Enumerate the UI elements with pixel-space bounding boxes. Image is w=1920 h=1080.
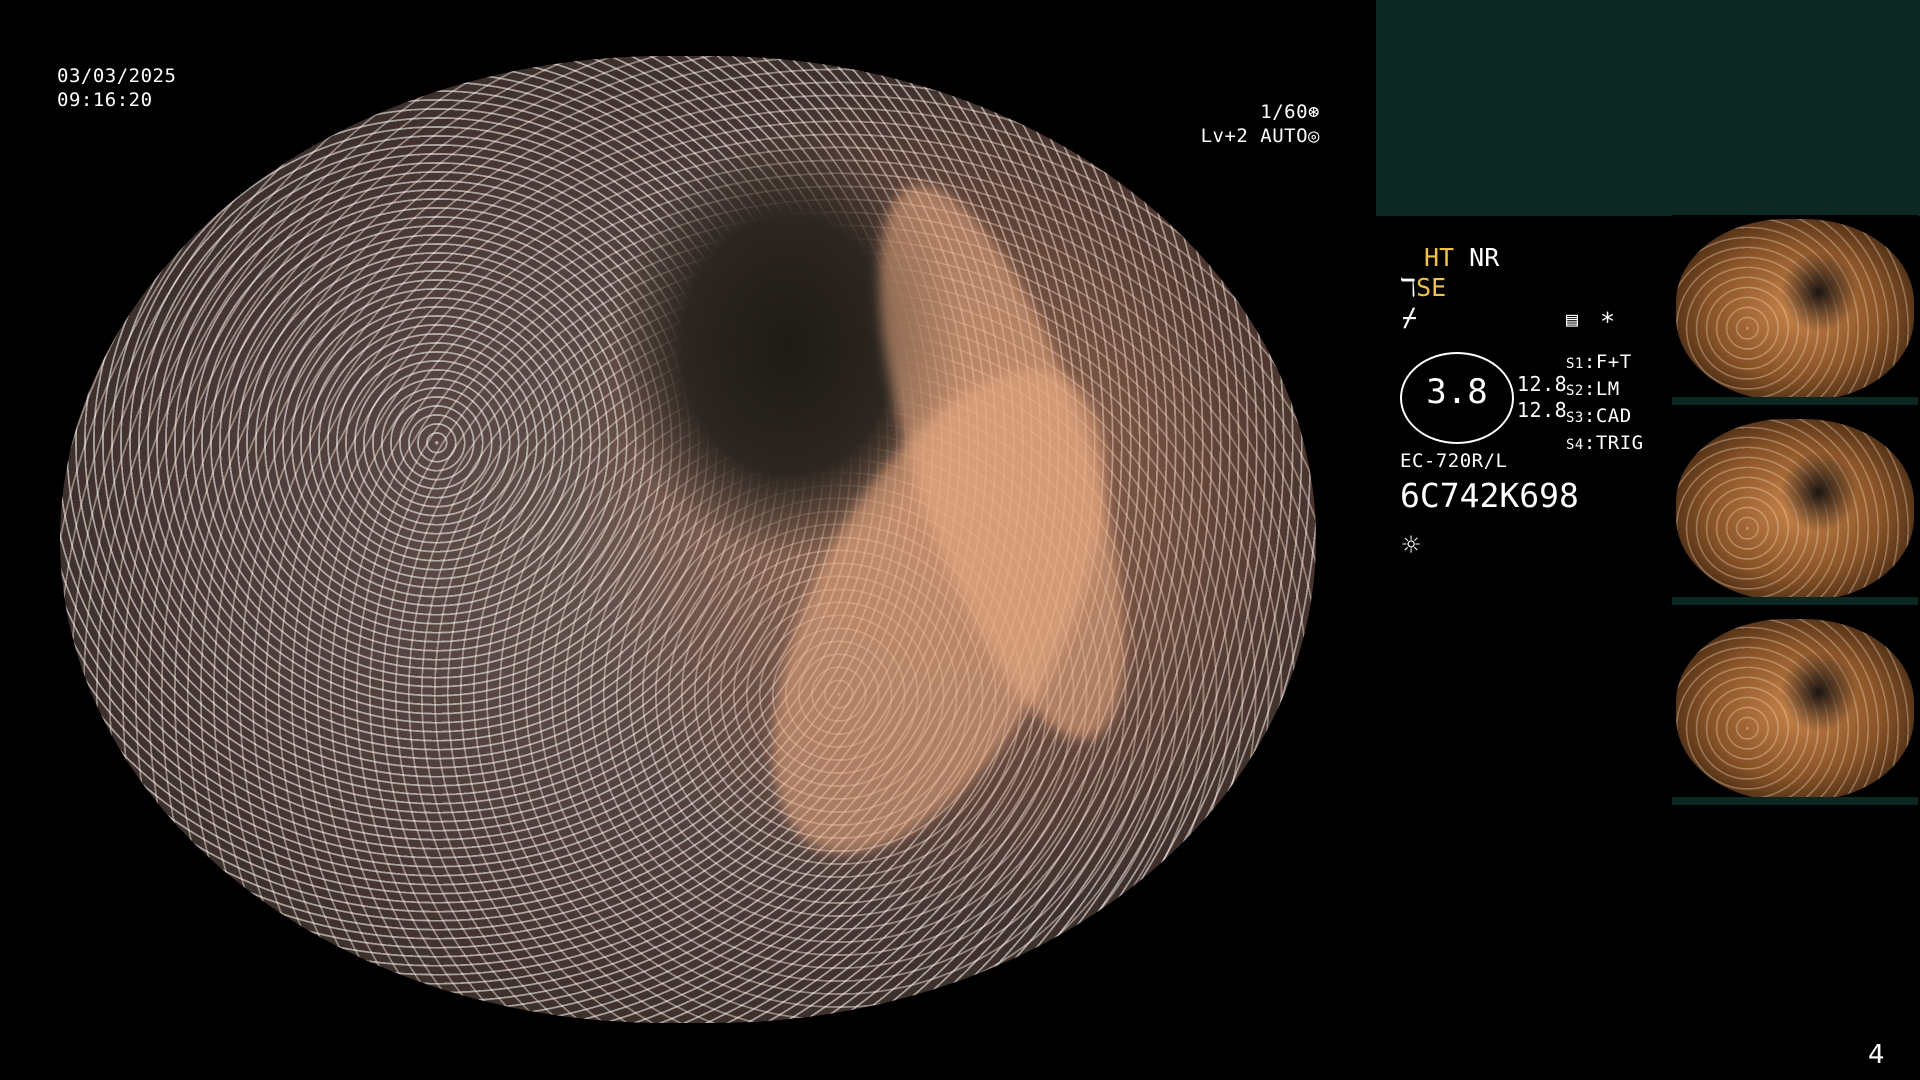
scope-model: EC-720R/L [1400,450,1508,472]
thumbnail-2[interactable] [1672,415,1918,605]
serial-number: 6C742K698 [1400,476,1579,515]
info-panel [1376,0,1920,216]
scope-icon: ℸ [1400,273,1417,302]
level-text: Lv+2 [1200,125,1249,147]
exposure-info: 1/60⊛ Lv+2 AUTO◎ [1195,100,1320,148]
dial-value-lower: 12.8 [1517,398,1568,422]
ht-label: HT [1424,243,1455,272]
dial-values: 12.8 12.8 [1517,371,1567,423]
thumbnail-3[interactable] [1672,615,1918,805]
se-label: SE [1416,273,1447,302]
shutter-text: 1/60 [1260,101,1309,123]
endoscope-live-view [60,56,1316,1023]
iris-icon: ◎ [1308,125,1320,147]
memory-icon: ▤ [1566,307,1579,331]
star-text: * [1600,307,1616,336]
freeze-icon: ⌿ [1402,303,1418,332]
thumbnail-1[interactable] [1672,215,1918,405]
se-status: ℸSE [1400,273,1446,303]
shutter-icon: ⊛ [1308,101,1320,123]
timestamp: 03/03/2025 09:16:20 [57,64,176,112]
dial-value: 3.8 [1426,372,1488,412]
switch-item: S3:CAD [1566,405,1632,427]
brightness-icon: ☼ [1402,528,1421,563]
switch-item: S1:F+T [1566,351,1632,373]
nr-label: NR [1469,243,1500,272]
ht-nr-status: HT NR [1424,243,1499,273]
page-number: 4 [1868,1040,1885,1070]
dial-value-upper: 12.8 [1517,372,1568,396]
time-text: 09:16:20 [57,89,153,111]
date-text: 03/03/2025 [57,65,177,87]
auto-text: AUTO [1260,125,1309,147]
switch-item: S2:LM [1566,378,1620,400]
switch-item: S4:TRIG [1566,432,1644,454]
switch-list: S1:F+T S2:LM S3:CAD S4:TRIG [1566,350,1644,458]
zoom-dial: 3.8 [1400,352,1514,444]
